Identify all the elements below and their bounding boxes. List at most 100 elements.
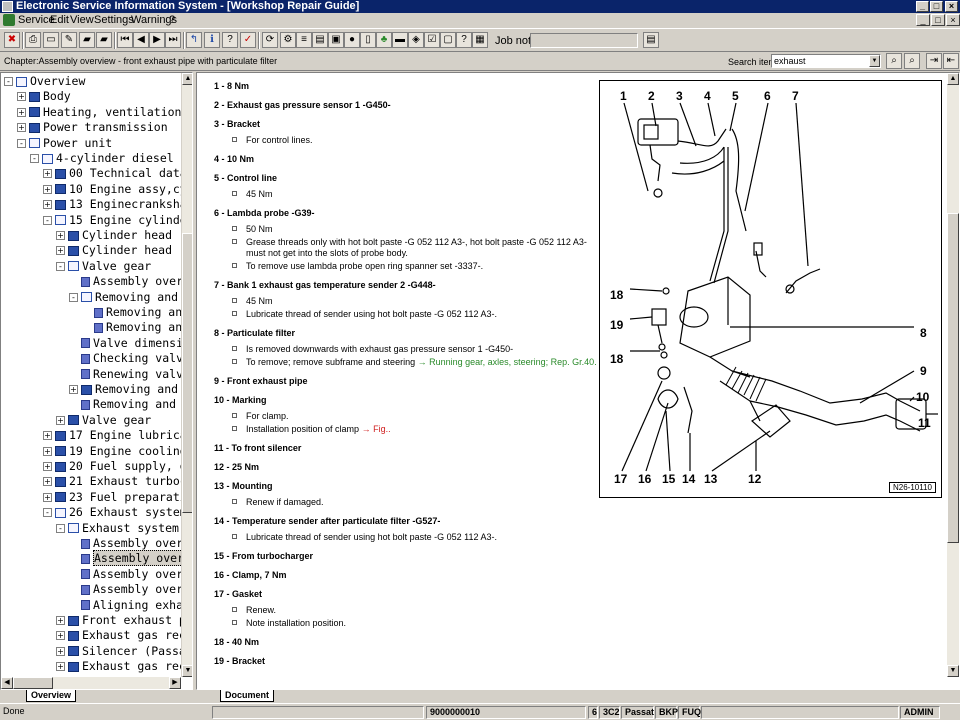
expand-icon[interactable]: +: [56, 631, 65, 641]
table-icon[interactable]: ▦: [472, 32, 488, 48]
tree-horizontal-scrollbar[interactable]: ◀ ▶: [1, 677, 181, 689]
collapse-icon[interactable]: -: [30, 154, 39, 163]
checklist-icon[interactable]: ☑: [424, 32, 440, 48]
tree-vertical-scrollbar[interactable]: ▲ ▼: [181, 73, 192, 677]
first-icon[interactable]: ⏮: [117, 32, 133, 48]
previous-icon[interactable]: ◀: [133, 32, 149, 48]
tree-item[interactable]: +10 Engine assy,cy: [43, 182, 187, 197]
page-icon[interactable]: ▭: [43, 32, 59, 48]
tree-item[interactable]: + Cylinder head: [56, 228, 172, 243]
exit-icon[interactable]: ✖: [4, 32, 20, 48]
tree-item[interactable]: +21 Exhaust turboc: [43, 474, 187, 489]
search-icon[interactable]: ⌕: [886, 53, 902, 69]
scroll-down-icon[interactable]: ▼: [182, 665, 192, 677]
collapse-icon[interactable]: -: [43, 508, 52, 518]
menu-settings[interactable]: Settings: [94, 14, 134, 26]
collapse-icon[interactable]: -: [43, 215, 52, 225]
scroll-thumb[interactable]: [13, 677, 53, 689]
scroll-up-icon[interactable]: ▲: [182, 73, 192, 85]
search-dropdown-icon[interactable]: ▼: [869, 55, 880, 67]
expand-icon[interactable]: +: [43, 184, 52, 194]
leaf-icon[interactable]: ♣: [376, 32, 392, 48]
tab-overview[interactable]: Overview: [26, 690, 77, 702]
collapse-icon[interactable]: -: [17, 138, 26, 148]
tree-item[interactable]: +20 Fuel supply, g: [43, 459, 187, 474]
info-icon[interactable]: ℹ: [204, 32, 220, 48]
tree-item[interactable]: - 15 Engine cylinde: [43, 213, 187, 228]
menu-view[interactable]: View: [70, 14, 94, 26]
close-button[interactable]: ×: [945, 1, 958, 12]
expand-icon[interactable]: +: [56, 616, 65, 625]
tree-item[interactable]: Assembly over: [69, 536, 183, 551]
tree-item[interactable]: Checking valv: [69, 351, 183, 366]
marker-icon[interactable]: ✓: [240, 32, 256, 48]
expand-icon[interactable]: +: [69, 385, 78, 394]
expand-icon[interactable]: +: [56, 662, 65, 672]
vehicle-icon[interactable]: ▰: [96, 32, 112, 48]
tree-item[interactable]: +19 Engine cooling: [43, 444, 187, 459]
tree-item[interactable]: Assembly over: [69, 582, 183, 597]
maximize-button[interactable]: □: [930, 1, 943, 12]
minimize-button[interactable]: _: [916, 1, 929, 12]
question-doc-icon[interactable]: ?: [456, 32, 472, 48]
search-next-icon[interactable]: ⌕: [904, 53, 920, 69]
refresh-icon[interactable]: ⟳: [262, 32, 278, 48]
bin-icon[interactable]: ▯: [360, 32, 376, 48]
expand-icon[interactable]: +: [17, 107, 26, 117]
menu-edit[interactable]: Edit: [50, 14, 69, 26]
tree-item[interactable]: Valve dimensi: [69, 336, 183, 351]
tree-item[interactable]: + Exhaust gas rec: [56, 628, 186, 643]
tree-item[interactable]: Removing an: [82, 305, 182, 320]
tree-item[interactable]: Removing and: [69, 397, 176, 412]
expand-icon[interactable]: +: [43, 492, 52, 502]
tree-item[interactable]: +17 Engine lubrica: [43, 428, 187, 443]
notes-icon[interactable]: ✎: [61, 32, 77, 48]
help-icon[interactable]: ?: [222, 32, 238, 48]
tree-item[interactable]: + Silencer (Passa: [56, 644, 186, 659]
collapse-icon[interactable]: -: [4, 77, 13, 86]
tree-item[interactable]: - 26 Exhaust system: [43, 505, 187, 520]
tree-item[interactable]: + Body: [17, 89, 71, 104]
tools-icon[interactable]: ⚙: [280, 32, 296, 48]
wiring-icon[interactable]: ≡: [296, 32, 312, 48]
tree-item[interactable]: - Removing and: [69, 290, 178, 305]
tree-item[interactable]: - 4-cylinder diesel e: [30, 151, 188, 166]
doc-restore-button[interactable]: □: [931, 14, 945, 26]
scroll-right-icon[interactable]: ▶: [169, 677, 181, 689]
tree-item[interactable]: +00 Technical data: [43, 166, 187, 181]
tree-item[interactable]: - Power unit: [17, 136, 112, 151]
job-note-field[interactable]: [530, 33, 638, 48]
return-icon[interactable]: ↰: [186, 32, 202, 48]
collapse-icon[interactable]: -: [56, 261, 65, 271]
expand-icon[interactable]: +: [43, 446, 52, 456]
scroll-down-icon[interactable]: ▼: [947, 665, 959, 677]
car-icon[interactable]: ▰: [79, 32, 95, 48]
expand-icon[interactable]: +: [56, 246, 65, 256]
cross-reference-link[interactable]: → Fig..: [362, 424, 391, 434]
tree-item[interactable]: + Removing and: [69, 382, 178, 397]
tree-item[interactable]: + Heating, ventilation: [17, 105, 181, 120]
search-input[interactable]: exhaust ▼: [771, 54, 881, 68]
tree-item[interactable]: - Overview: [4, 74, 85, 89]
truck-icon[interactable]: ▬: [392, 32, 408, 48]
tree-item[interactable]: + Cylinder head: [56, 243, 172, 258]
tree-item[interactable]: + Power transmission: [17, 120, 168, 135]
next-icon[interactable]: ▶: [149, 32, 165, 48]
tab-document[interactable]: Document: [220, 690, 275, 702]
expand-icon[interactable]: ⇥: [926, 53, 942, 69]
expand-icon[interactable]: +: [56, 415, 65, 425]
doc-close-button[interactable]: ×: [946, 14, 960, 26]
menu-help[interactable]: ?: [169, 14, 175, 26]
collapse-icon[interactable]: ⇤: [943, 53, 959, 69]
expand-icon[interactable]: +: [17, 123, 26, 133]
tree-item[interactable]: - Valve gear: [56, 259, 151, 274]
tree-item[interactable]: +13 Enginecranksha: [43, 197, 187, 212]
expand-icon[interactable]: +: [56, 646, 65, 656]
sheet-icon[interactable]: ▤: [312, 32, 328, 48]
document-icon[interactable]: ▢: [440, 32, 456, 48]
tree-item[interactable]: Assembly over: [69, 567, 183, 582]
print-icon[interactable]: ⎙: [25, 32, 41, 48]
expand-icon[interactable]: +: [43, 200, 52, 210]
scroll-left-icon[interactable]: ◀: [1, 677, 13, 689]
tree-item[interactable]: Removing an: [82, 320, 182, 335]
